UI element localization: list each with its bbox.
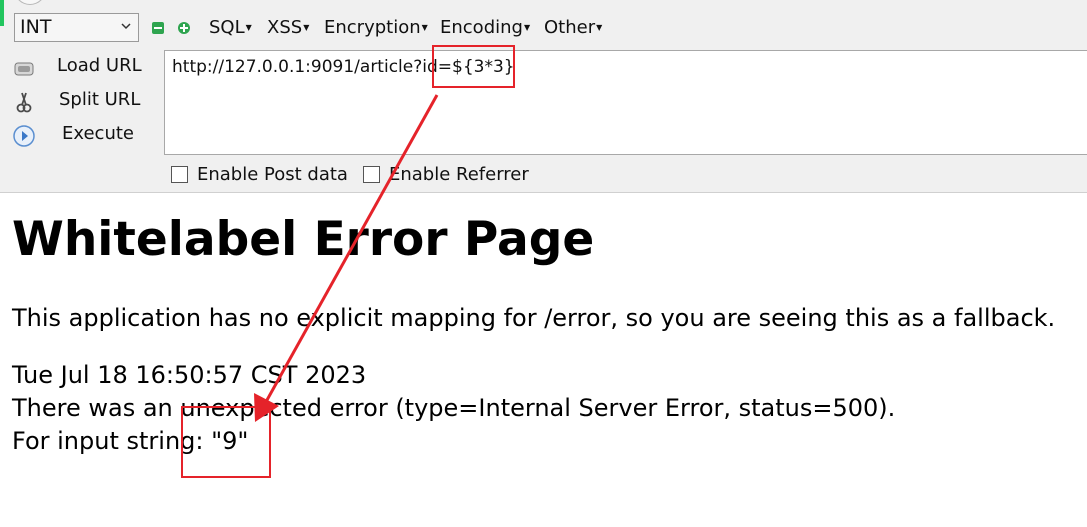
annotation-arrow-icon xyxy=(254,94,439,422)
